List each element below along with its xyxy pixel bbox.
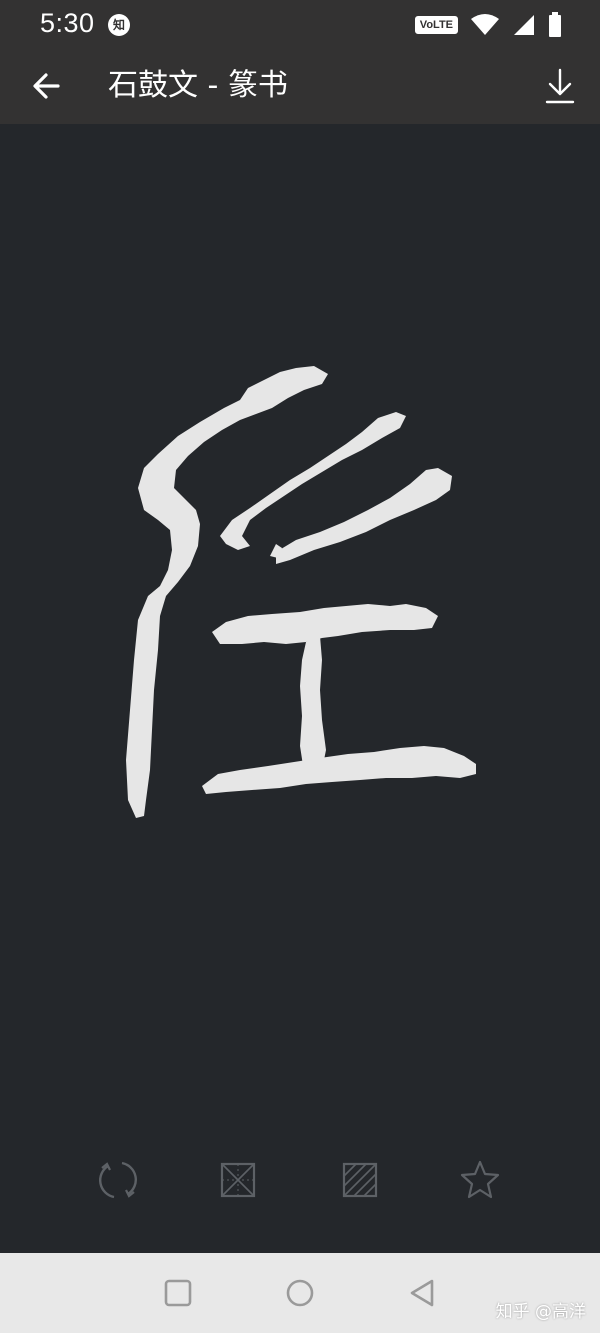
triangle-back-icon[interactable] [404, 1275, 440, 1311]
download-icon[interactable] [542, 64, 578, 108]
grid-diagonal-icon[interactable] [216, 1158, 260, 1202]
app-toolbar: 石鼓文 - 篆书 [0, 50, 600, 124]
glyph-viewer[interactable] [0, 124, 600, 1134]
zhihu-notification-icon: 知 [108, 14, 130, 36]
square-recents-icon[interactable] [160, 1275, 196, 1311]
circle-home-icon[interactable] [282, 1275, 318, 1311]
status-time: 5:30 [40, 8, 95, 38]
battery-icon [549, 12, 561, 37]
star-icon[interactable] [458, 1158, 502, 1202]
status-icons: VoLTE [414, 12, 562, 38]
wifi-icon [471, 14, 499, 35]
status-bar: 5:30 知 VoLTE [0, 0, 600, 50]
watermark: 知乎 @高洋 [495, 1302, 586, 1322]
system-nav-bar: 知乎 @高洋 [0, 1253, 600, 1333]
arrow-left-icon[interactable] [26, 64, 70, 108]
rotate-icon[interactable] [96, 1158, 140, 1202]
seal-script-glyph [126, 366, 476, 818]
glyph-actions [0, 1150, 600, 1210]
hatch-icon[interactable] [338, 1158, 382, 1202]
volte-icon: VoLTE [414, 16, 458, 34]
signal-icon [514, 15, 534, 35]
page-title: 石鼓文 - 篆书 [108, 68, 288, 103]
screen: 5:30 知 VoLTE 石鼓文 - 篆书 知乎 @高洋 [0, 0, 600, 1333]
